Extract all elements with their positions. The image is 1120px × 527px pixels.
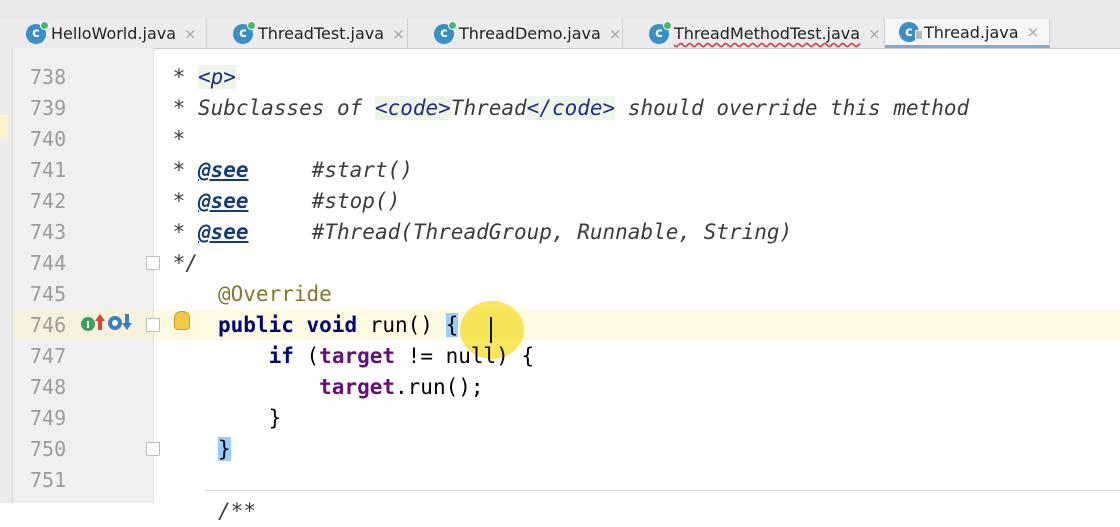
code-line: /** — [218, 499, 256, 523]
java-class-library-icon: c — [899, 22, 923, 42]
tab-thread[interactable]: c Thread.java × — [885, 19, 1050, 48]
tab-label: HelloWorld.java — [51, 24, 177, 43]
tab-threadtest[interactable]: c ThreadTest.java × — [207, 19, 408, 48]
line-number: 738 — [30, 65, 67, 89]
code-line: if (target != null) { — [268, 344, 535, 368]
code-line: } — [218, 406, 282, 430]
line-number: 744 — [30, 251, 67, 275]
tool-window-strip — [0, 48, 13, 503]
line-number: 747 — [30, 344, 67, 368]
line-number: 742 — [30, 189, 67, 213]
gutter-separator — [153, 48, 154, 503]
line-number: 743 — [30, 220, 67, 244]
java-class-icon: c — [233, 20, 256, 44]
strip-marker — [0, 115, 8, 137]
code-line: target.run(); — [319, 375, 484, 399]
java-class-icon: c — [26, 20, 49, 44]
fold-marker-icon[interactable] — [146, 442, 160, 456]
code-line: * — [160, 127, 186, 151]
line-number: 751 — [30, 468, 67, 492]
line-number: 748 — [30, 375, 67, 399]
tab-label: ThreadTest.java — [258, 24, 385, 43]
close-icon[interactable]: × — [609, 25, 622, 43]
code-line: public void run() { — [218, 313, 459, 337]
editor-tab-bar: c HelloWorld.java × c ThreadTest.java × … — [0, 0, 1120, 49]
code-line: @Override — [218, 282, 332, 306]
code-line: * <p> — [160, 65, 236, 89]
tab-helloworld[interactable]: c HelloWorld.java × — [0, 19, 207, 48]
java-class-icon: c — [434, 20, 457, 44]
code-line: } — [218, 437, 231, 461]
close-icon[interactable]: × — [184, 25, 197, 43]
tab-label: Thread.java — [924, 22, 1019, 42]
tab-threadmethodtest[interactable]: c ThreadMethodTest.java × — [623, 19, 885, 48]
line-number: 741 — [30, 158, 67, 182]
java-class-icon: c — [649, 20, 672, 44]
line-number: 739 — [30, 96, 67, 120]
code-line: * @see #stop() — [160, 189, 401, 213]
close-icon[interactable]: × — [1027, 23, 1040, 41]
tab-label: ThreadDemo.java — [459, 24, 601, 43]
override-up-arrow-icon[interactable] — [94, 312, 106, 332]
line-number: 749 — [30, 406, 67, 430]
code-editor[interactable]: * <p> * Subclasses of <code>Thread</code… — [160, 62, 1120, 527]
text-caret — [490, 317, 492, 343]
code-line: * @see #Thread(ThreadGroup, Runnable, St… — [160, 220, 793, 244]
down-arrow-icon[interactable] — [121, 312, 133, 332]
fold-marker-icon[interactable] — [146, 318, 160, 332]
code-line: * Subclasses of <code>Thread</code> shou… — [160, 96, 970, 120]
line-numbers: 738 739 740 741 742 743 744 745 746 747 … — [30, 62, 90, 496]
line-number: 740 — [30, 127, 67, 151]
code-line: * @see #start() — [160, 158, 413, 182]
line-number: 750 — [30, 437, 67, 461]
tab-label: ThreadMethodTest.java — [674, 24, 861, 43]
code-line: */ — [160, 251, 198, 275]
svg-text:I: I — [86, 320, 90, 331]
method-separator — [205, 490, 1120, 491]
line-number: 745 — [30, 282, 67, 306]
close-icon[interactable]: × — [392, 25, 405, 43]
tab-threaddemo[interactable]: c ThreadDemo.java × — [408, 19, 623, 48]
close-icon[interactable]: × — [868, 25, 881, 43]
fold-marker-icon[interactable] — [146, 256, 160, 270]
